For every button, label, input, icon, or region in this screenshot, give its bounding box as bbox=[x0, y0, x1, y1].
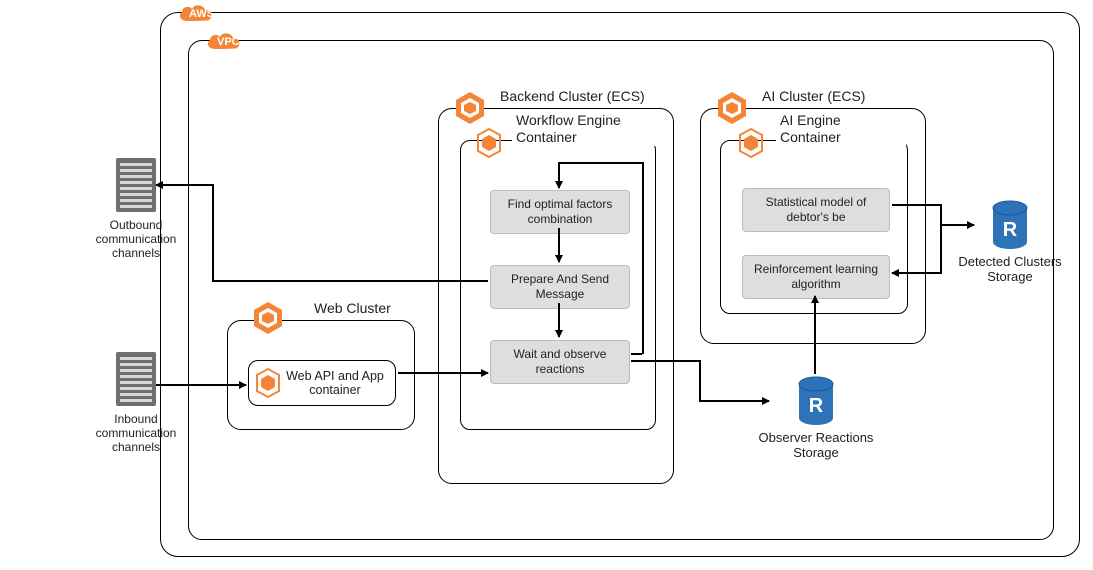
arrow-prepare-to-outbound-h bbox=[156, 184, 212, 186]
inbound-server: Inbound communication channels bbox=[76, 350, 196, 454]
step-find-label: Find optimal factors combination bbox=[508, 197, 613, 226]
aws-badge-label: AWS bbox=[189, 8, 214, 20]
arrow-detected-to-rl-h bbox=[892, 272, 940, 274]
server-icon bbox=[114, 156, 158, 214]
arrow-wait-to-observer-h2 bbox=[699, 400, 769, 402]
arrow-detected-to-rl-v bbox=[940, 224, 942, 274]
step-wait: Wait and observe reactions bbox=[490, 340, 630, 384]
ecs-icon bbox=[714, 90, 750, 126]
arrow-stats-to-detected-h2 bbox=[940, 224, 974, 226]
arrow-find-to-prepare bbox=[558, 228, 560, 262]
arrow-loop-top bbox=[558, 162, 642, 164]
web-api-label: Web API and App container bbox=[281, 369, 389, 397]
detected-storage-label: Detected Clusters Storage bbox=[952, 254, 1068, 284]
arrow-inbound-to-web bbox=[156, 384, 246, 386]
arrow-web-to-wait bbox=[398, 372, 488, 374]
web-api-container: Web API and App container bbox=[248, 360, 396, 406]
ai-stats-label: Statistical model of debtor's be bbox=[766, 195, 867, 224]
arrow-loop-into-find bbox=[558, 162, 560, 188]
arrow-wait-to-observer-h1 bbox=[631, 360, 699, 362]
ecs-icon bbox=[452, 90, 488, 126]
arrow-stats-to-detected-h bbox=[892, 204, 940, 206]
arrow-loop-bottom bbox=[631, 353, 642, 355]
web-cluster-title: Web Cluster bbox=[310, 300, 395, 316]
ai-engine-title: AI Engine Container bbox=[776, 112, 906, 146]
ai-rl-card: Reinforcement learning algorithm bbox=[742, 255, 890, 299]
arrow-observer-to-rl bbox=[814, 296, 816, 374]
ai-cluster-title: AI Cluster (ECS) bbox=[758, 88, 869, 104]
svg-text:R: R bbox=[809, 395, 824, 417]
inbound-label: Inbound communication channels bbox=[76, 412, 196, 454]
observer-storage-label: Observer Reactions Storage bbox=[756, 430, 876, 460]
observer-storage: R Observer Reactions Storage bbox=[756, 376, 876, 460]
container-icon bbox=[738, 128, 764, 158]
ecs-icon bbox=[250, 300, 286, 336]
aws-badge: AWS bbox=[175, 1, 215, 27]
outbound-server: Outbound communication channels bbox=[76, 156, 196, 260]
arrow-loop-right bbox=[642, 162, 644, 354]
ai-rl-label: Reinforcement learning algorithm bbox=[754, 262, 878, 291]
container-icon bbox=[476, 128, 502, 158]
svg-text:R: R bbox=[1003, 219, 1018, 241]
backend-cluster-title: Backend Cluster (ECS) bbox=[496, 88, 649, 104]
vpc-badge-label: VPC bbox=[217, 36, 240, 48]
database-icon: R bbox=[990, 200, 1030, 250]
step-wait-label: Wait and observe reactions bbox=[514, 347, 607, 376]
vpc-badge: VPC bbox=[203, 29, 243, 55]
container-icon bbox=[255, 368, 281, 398]
step-prepare-label: Prepare And Send Message bbox=[511, 272, 609, 301]
workflow-engine-title: Workflow Engine Container bbox=[512, 112, 662, 146]
ai-stats-card: Statistical model of debtor's be bbox=[742, 188, 890, 232]
arrow-prepare-to-wait bbox=[558, 303, 560, 337]
arrow-wait-to-observer-v bbox=[699, 360, 701, 400]
database-icon: R bbox=[796, 376, 836, 426]
step-find: Find optimal factors combination bbox=[490, 190, 630, 234]
server-icon bbox=[114, 350, 158, 408]
arrow-prepare-to-outbound-v bbox=[212, 184, 214, 280]
detected-storage: R Detected Clusters Storage bbox=[952, 200, 1068, 284]
arrow-prepare-to-outbound-h2 bbox=[212, 280, 488, 282]
arrow-stats-to-detected-v bbox=[940, 204, 942, 224]
step-prepare: Prepare And Send Message bbox=[490, 265, 630, 309]
outbound-label: Outbound communication channels bbox=[76, 218, 196, 260]
